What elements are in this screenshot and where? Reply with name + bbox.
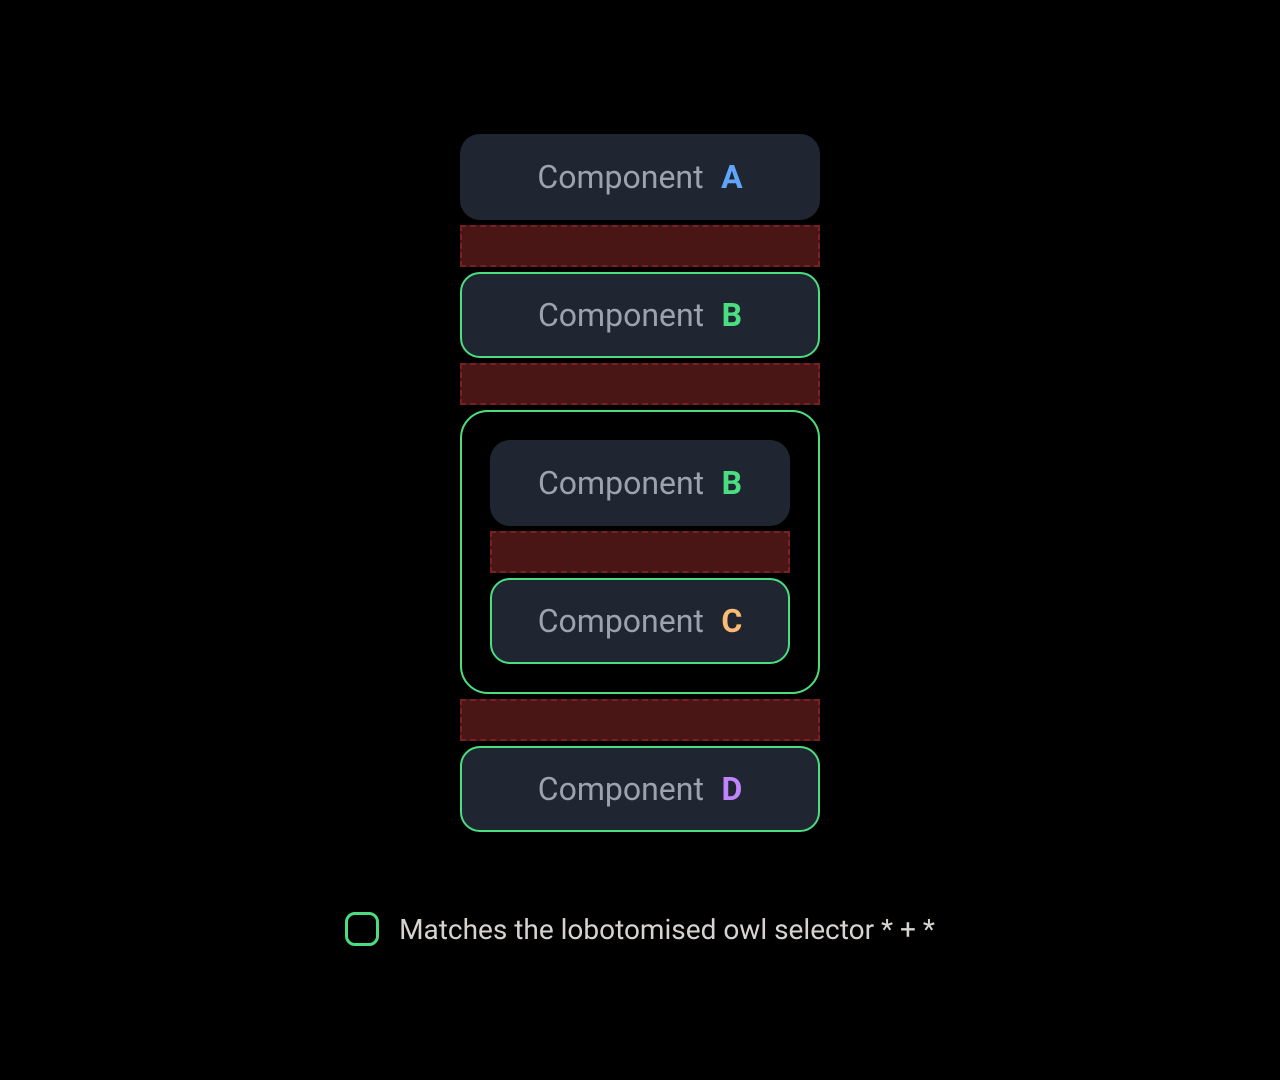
margin-gap [490,531,790,573]
margin-gap [460,699,820,741]
component-prefix: Component [537,158,703,196]
component-a: Component A [460,134,820,220]
component-d-matched: Component D [460,746,820,832]
margin-gap [460,225,820,267]
component-letter-c: C [721,602,742,640]
legend-text: Matches the lobotomised owl selector * +… [399,913,935,946]
component-diagram: Component A Component B Component B Comp… [460,134,820,832]
component-letter-d: D [721,770,742,808]
component-letter-b: B [722,296,742,334]
component-letter-a: A [721,158,743,196]
component-prefix: Component [538,296,704,334]
component-b-matched: Component B [460,272,820,358]
component-letter-b: B [722,464,742,502]
component-prefix: Component [538,464,704,502]
component-c-matched: Component C [490,578,790,664]
component-prefix: Component [538,602,704,640]
margin-gap [460,363,820,405]
component-prefix: Component [538,770,704,808]
legend-swatch-matched [345,912,379,946]
component-b-nested: Component B [490,440,790,526]
nested-container-matched: Component B Component C [460,410,820,694]
legend: Matches the lobotomised owl selector * +… [345,912,935,946]
